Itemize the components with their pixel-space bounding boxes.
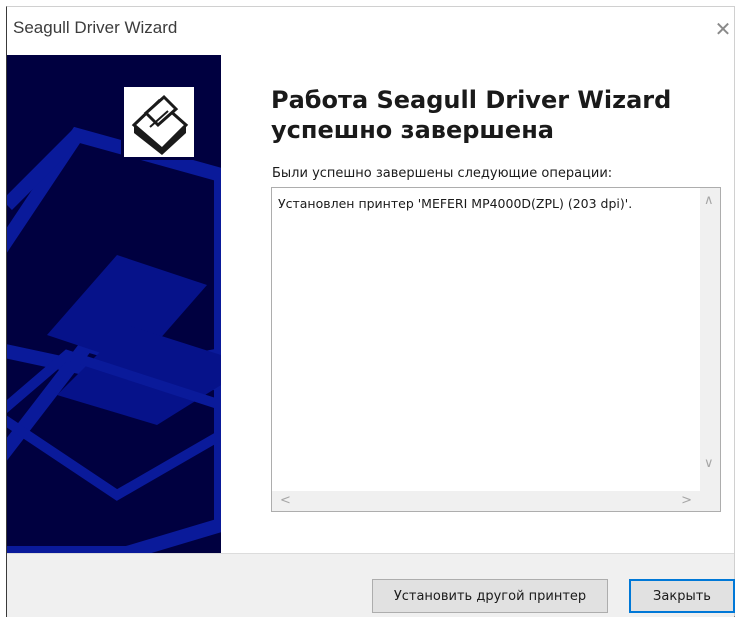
page-title: Работа Seagull Driver Wizard успешно зав… (271, 85, 731, 145)
install-another-printer-button[interactable]: Установить другой принтер (372, 579, 608, 613)
page-title-line1: Работа Seagull Driver Wizard (271, 86, 672, 114)
page-title-line2: успешно завершена (271, 116, 554, 144)
printer-logo-icon (121, 84, 197, 160)
scrollbar-corner (700, 491, 720, 511)
vertical-scrollbar[interactable]: ∧ ∨ (700, 188, 720, 493)
horizontal-scrollbar[interactable]: < > (272, 491, 700, 511)
title-bar: Seagull Driver Wizard ✕ (7, 7, 734, 53)
side-panel (7, 55, 221, 553)
close-button[interactable]: Закрыть (629, 579, 735, 613)
chevron-left-icon[interactable]: < (280, 494, 291, 508)
operations-label: Были успешно завершены следующие операци… (272, 166, 613, 181)
chevron-up-icon[interactable]: ∧ (704, 194, 714, 208)
wizard-window: Seagull Driver Wizard ✕ Работа Seagull D… (6, 6, 735, 617)
close-icon[interactable]: ✕ (708, 19, 737, 41)
chevron-down-icon[interactable]: ∨ (704, 457, 714, 471)
window-title: Seagull Driver Wizard (13, 18, 178, 37)
list-item: Установлен принтер 'MEFERI MP4000D(ZPL) … (278, 196, 633, 211)
operations-listbox[interactable]: Установлен принтер 'MEFERI MP4000D(ZPL) … (271, 187, 721, 512)
chevron-right-icon[interactable]: > (681, 494, 692, 508)
button-bar: Установить другой принтер Закрыть (7, 554, 735, 617)
